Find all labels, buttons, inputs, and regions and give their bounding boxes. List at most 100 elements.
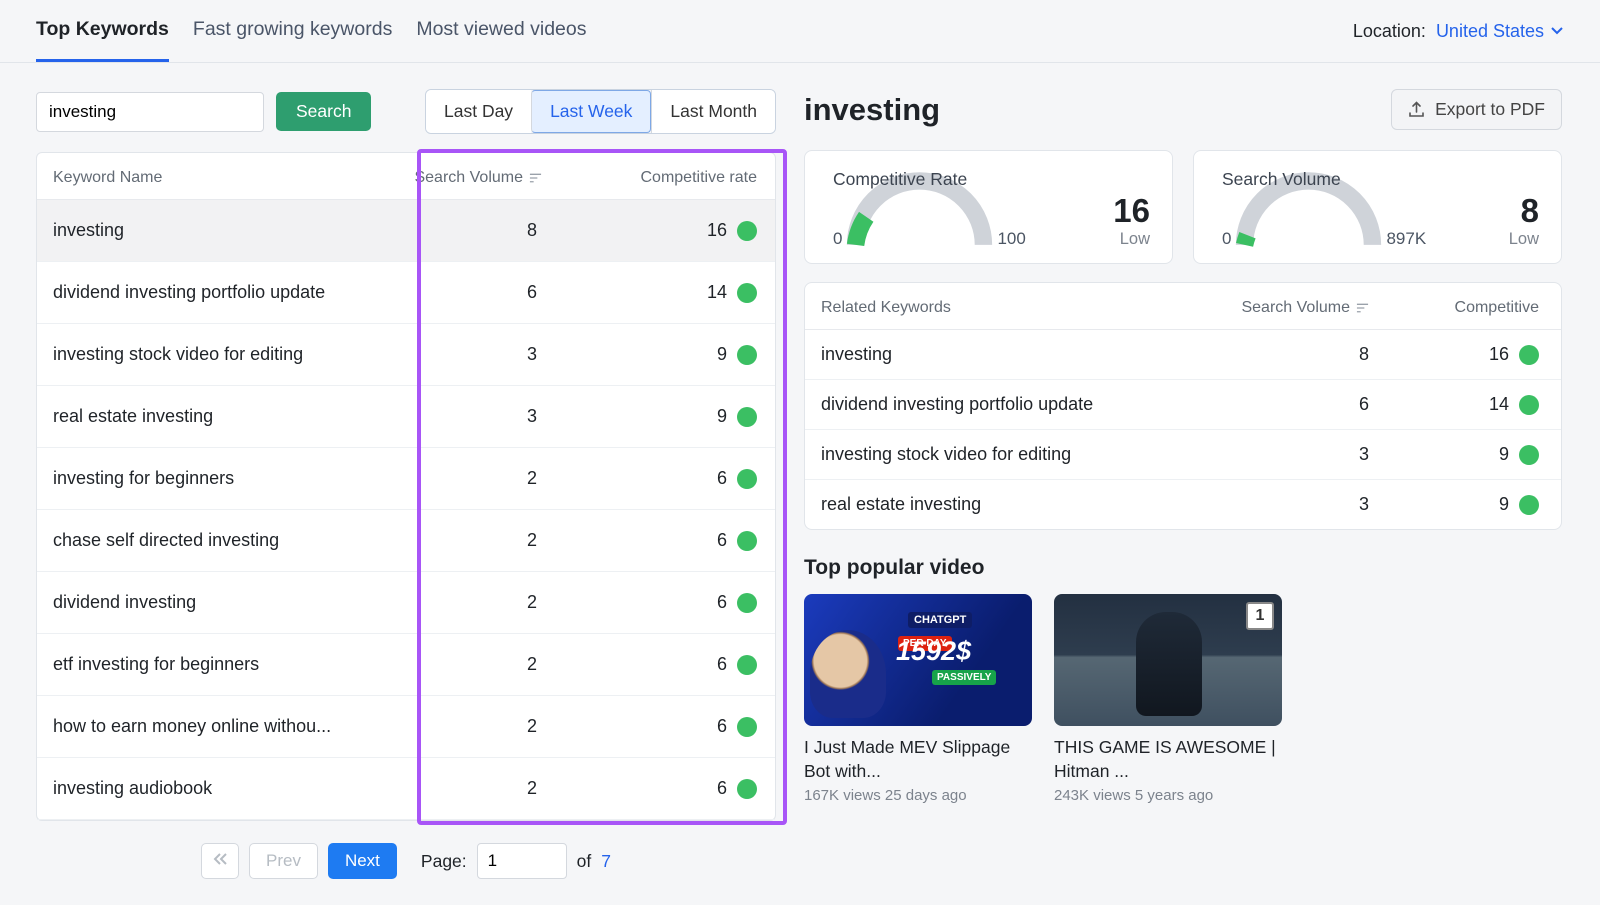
competitive-rate-card: Competitive Rate 0 100 16 Low bbox=[804, 150, 1173, 264]
status-dot-icon bbox=[737, 221, 757, 241]
status-dot-icon bbox=[1519, 445, 1539, 465]
related-sv: 3 bbox=[1174, 444, 1369, 465]
status-dot-icon bbox=[737, 469, 757, 489]
related-header-name[interactable]: Related Keywords bbox=[821, 299, 1174, 317]
keyword-row[interactable]: etf investing for beginners 2 6 bbox=[37, 634, 775, 696]
tab-top-keywords[interactable]: Top Keywords bbox=[36, 18, 169, 62]
related-sv: 8 bbox=[1174, 344, 1369, 365]
keyword-search-volume: 3 bbox=[387, 344, 577, 365]
related-header-comp[interactable]: Competitive bbox=[1369, 299, 1539, 317]
page-of-label: of bbox=[577, 851, 592, 872]
status-dot-icon bbox=[737, 407, 757, 427]
keyword-row[interactable]: investing audiobook 2 6 bbox=[37, 758, 775, 820]
page-label: Page: bbox=[421, 851, 467, 872]
status-dot-icon bbox=[737, 283, 757, 303]
column-header-search-volume[interactable]: Search Volume bbox=[387, 169, 577, 187]
popular-videos-title: Top popular video bbox=[804, 556, 1562, 580]
related-keywords-table: Related Keywords Search Volume Competiti… bbox=[804, 282, 1562, 530]
competitive-max: 100 bbox=[997, 229, 1025, 249]
location-value[interactable]: United States bbox=[1436, 21, 1564, 42]
related-keyword-row[interactable]: investing 8 16 bbox=[805, 330, 1561, 380]
competitive-value: 16 bbox=[1113, 192, 1150, 230]
video-thumbnail: 1 bbox=[1054, 594, 1282, 726]
export-pdf-button[interactable]: Export to PDF bbox=[1391, 89, 1562, 130]
keyword-search-volume: 2 bbox=[387, 716, 577, 737]
pagination: Prev Next Page: of 7 bbox=[36, 821, 776, 905]
keyword-competitive: 14 bbox=[707, 282, 727, 303]
related-comp: 9 bbox=[1499, 444, 1509, 465]
related-sv: 6 bbox=[1174, 394, 1369, 415]
video-card[interactable]: 1 THIS GAME IS AWESOME | Hitman ... 243K… bbox=[1054, 594, 1282, 804]
keyword-name: investing bbox=[53, 220, 387, 241]
location-selector: Location: United States bbox=[1353, 21, 1564, 60]
sv-min: 0 bbox=[1222, 229, 1231, 249]
related-name: investing bbox=[821, 344, 1174, 365]
keyword-row[interactable]: how to earn money online withou... 2 6 bbox=[37, 696, 775, 758]
keyword-search-volume: 2 bbox=[387, 592, 577, 613]
related-keyword-row[interactable]: investing stock video for editing 3 9 bbox=[805, 430, 1561, 480]
keywords-table: Keyword Name Search Volume Competitive r… bbox=[36, 152, 776, 821]
column-header-competitive[interactable]: Competitive rate bbox=[577, 169, 757, 187]
related-name: investing stock video for editing bbox=[821, 444, 1174, 465]
keyword-row[interactable]: investing for beginners 2 6 bbox=[37, 448, 775, 510]
sv-level: Low bbox=[1509, 230, 1539, 249]
related-keyword-row[interactable]: real estate investing 3 9 bbox=[805, 480, 1561, 529]
keyword-row[interactable]: chase self directed investing 2 6 bbox=[37, 510, 775, 572]
status-dot-icon bbox=[737, 655, 757, 675]
keyword-row[interactable]: real estate investing 3 9 bbox=[37, 386, 775, 448]
keyword-row[interactable]: dividend investing portfolio update 6 14 bbox=[37, 262, 775, 324]
keyword-search-volume: 3 bbox=[387, 406, 577, 427]
status-dot-icon bbox=[737, 345, 757, 365]
related-keyword-row[interactable]: dividend investing portfolio update 6 14 bbox=[805, 380, 1561, 430]
video-meta: 167K views 25 days ago bbox=[804, 787, 1032, 804]
search-button[interactable]: Search bbox=[276, 92, 371, 131]
chevrons-left-icon bbox=[212, 852, 228, 866]
video-card[interactable]: PER DAY PASSIVELY I Just Made MEV Slippa… bbox=[804, 594, 1032, 804]
related-header-sv[interactable]: Search Volume bbox=[1174, 299, 1369, 317]
status-dot-icon bbox=[1519, 395, 1539, 415]
keyword-competitive: 6 bbox=[717, 468, 727, 489]
sv-max: 897K bbox=[1386, 229, 1426, 249]
tab-fast-growing[interactable]: Fast growing keywords bbox=[193, 18, 392, 62]
tab-most-viewed[interactable]: Most viewed videos bbox=[416, 18, 586, 62]
keyword-row[interactable]: dividend investing 2 6 bbox=[37, 572, 775, 634]
keyword-name: how to earn money online withou... bbox=[53, 716, 387, 737]
keyword-row[interactable]: investing stock video for editing 3 9 bbox=[37, 324, 775, 386]
competitive-min: 0 bbox=[833, 229, 842, 249]
video-title: I Just Made MEV Slippage Bot with... bbox=[804, 736, 1032, 783]
sv-value: 8 bbox=[1509, 192, 1539, 230]
keyword-competitive: 6 bbox=[717, 654, 727, 675]
range-last-month[interactable]: Last Month bbox=[651, 90, 775, 133]
competitive-rate-label: Competitive Rate bbox=[833, 169, 967, 190]
page-total: 7 bbox=[601, 851, 611, 872]
keyword-search-input[interactable] bbox=[36, 92, 264, 132]
page-first-button[interactable] bbox=[201, 843, 239, 879]
status-dot-icon bbox=[1519, 495, 1539, 515]
range-last-week[interactable]: Last Week bbox=[531, 90, 651, 133]
keyword-name: dividend investing bbox=[53, 592, 387, 613]
keyword-search-volume: 6 bbox=[387, 282, 577, 303]
related-name: dividend investing portfolio update bbox=[821, 394, 1174, 415]
location-label: Location: bbox=[1353, 21, 1426, 42]
keyword-name: investing stock video for editing bbox=[53, 344, 387, 365]
keyword-search-volume: 2 bbox=[387, 468, 577, 489]
keyword-row[interactable]: investing 8 16 bbox=[37, 200, 775, 262]
keyword-search-volume: 2 bbox=[387, 654, 577, 675]
keyword-name: real estate investing bbox=[53, 406, 387, 427]
keyword-name: chase self directed investing bbox=[53, 530, 387, 551]
page-number-input[interactable] bbox=[477, 843, 567, 879]
page-next-button[interactable]: Next bbox=[328, 843, 397, 879]
column-header-name[interactable]: Keyword Name bbox=[53, 169, 387, 187]
keyword-name: investing audiobook bbox=[53, 778, 387, 799]
page-prev-button[interactable]: Prev bbox=[249, 843, 318, 879]
keyword-competitive: 6 bbox=[717, 778, 727, 799]
keyword-name: investing for beginners bbox=[53, 468, 387, 489]
keyword-competitive: 9 bbox=[717, 344, 727, 365]
related-comp: 9 bbox=[1499, 494, 1509, 515]
search-volume-card: Search Volume 0 897K 8 Low bbox=[1193, 150, 1562, 264]
range-last-day[interactable]: Last Day bbox=[426, 90, 531, 133]
keyword-search-volume: 2 bbox=[387, 778, 577, 799]
sort-desc-icon bbox=[1356, 303, 1369, 314]
keyword-search-volume: 2 bbox=[387, 530, 577, 551]
related-comp: 14 bbox=[1489, 394, 1509, 415]
